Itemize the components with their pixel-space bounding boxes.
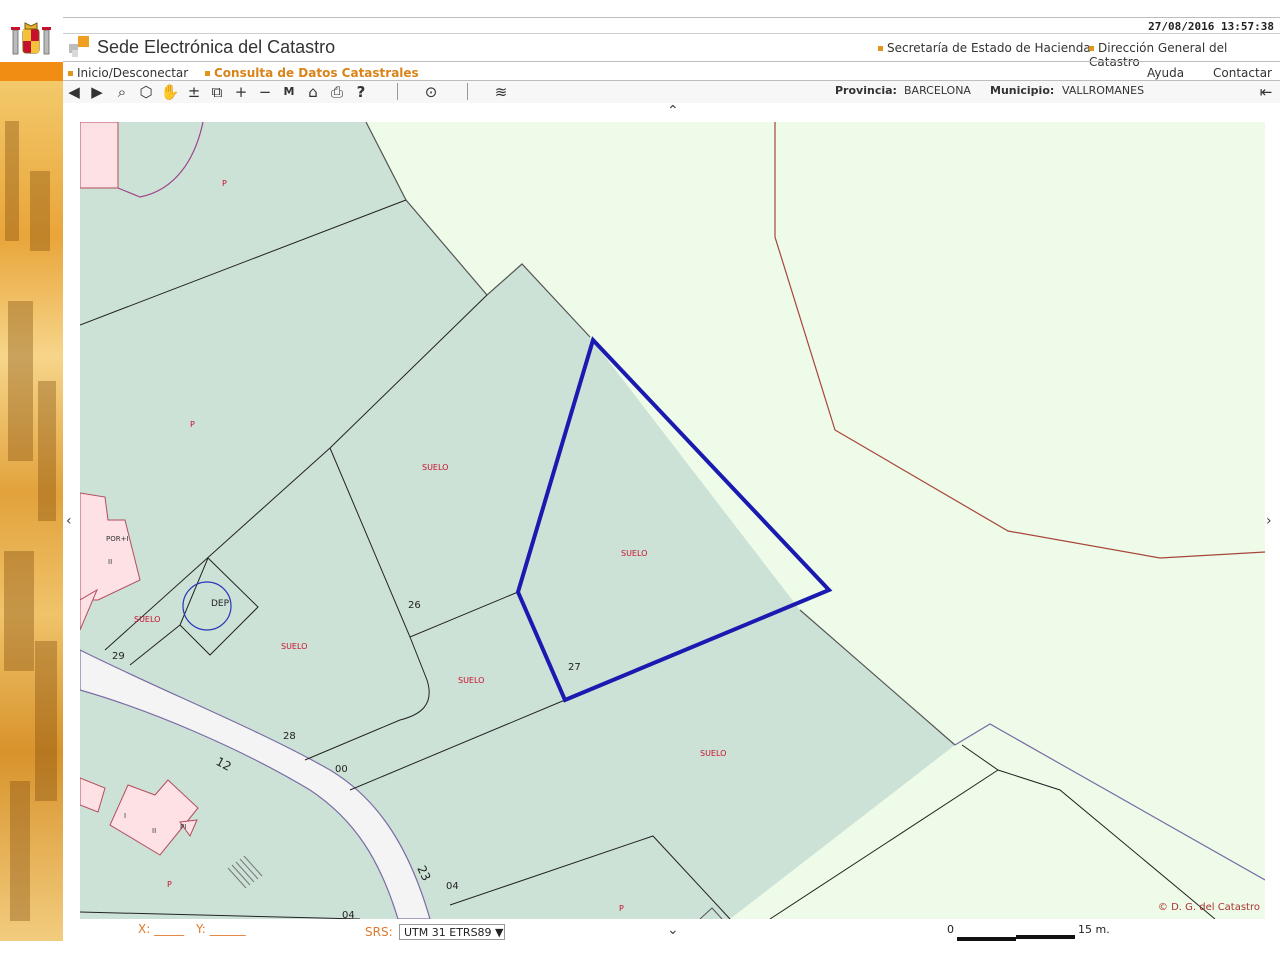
parcel-number: 04 (342, 910, 355, 919)
print-icon[interactable]: ⎙ (327, 82, 347, 102)
link-direccion-general[interactable]: Dirección General del Catastro (1089, 41, 1280, 69)
logout-icon[interactable]: ⇤ (1256, 82, 1276, 102)
building-label: PI (180, 823, 186, 831)
nav-consulta-label: Consulta de Datos Catastrales (214, 66, 419, 80)
nav-ayuda[interactable]: Ayuda (1147, 66, 1184, 80)
datetime-display: 27/08/2016 13:57:38 (1148, 20, 1274, 33)
nav-top-border (63, 61, 1280, 62)
map-copyright: © D. G. del Catastro (1157, 902, 1260, 913)
suelo-label: SUELO (621, 549, 647, 558)
parcel-number: 04 (446, 881, 459, 892)
toolbar-separator (397, 83, 398, 100)
municipio-value: VALLROMANES (1062, 84, 1145, 97)
header-top-border (63, 17, 1280, 18)
parcel-number: 00 (335, 764, 348, 775)
municipio-label: Municipio: (990, 84, 1055, 97)
city-photo-banner (0, 81, 63, 941)
back-icon[interactable]: ◀ (64, 82, 84, 102)
x-coordinate-label: X: _____ (138, 922, 185, 936)
zoom-search-icon[interactable]: ⌕ (112, 82, 132, 102)
nav-inicio[interactable]: Inicio/Desconectar (68, 66, 188, 80)
dep-label: DEP (211, 599, 230, 609)
building-label: I (124, 812, 126, 820)
provincia-label: Provincia: (835, 84, 897, 97)
catastro-logo-icon (68, 36, 92, 58)
measure-icon[interactable]: M (279, 82, 299, 102)
locate-pin-icon[interactable]: ⊙ (421, 82, 441, 102)
suelo-label: SUELO (458, 676, 484, 685)
pan-down-arrow-icon[interactable]: ⌄ (667, 922, 679, 938)
layers-icon[interactable]: ≋ (491, 82, 511, 102)
parcel-number: 27 (568, 662, 581, 673)
help-icon[interactable]: ? (351, 82, 371, 102)
home-parcel-icon[interactable]: ⌂ (303, 82, 323, 102)
toolbar-separator (467, 83, 468, 100)
pan-right-arrow-icon[interactable]: › (1266, 513, 1272, 529)
suelo-label: SUELO (134, 615, 160, 624)
3d-cube-icon[interactable]: ⬡ (136, 82, 156, 102)
srs-label: SRS: (365, 925, 393, 939)
nav-contactar[interactable]: Contactar (1213, 66, 1272, 80)
bullet-icon (878, 46, 883, 51)
bullet-icon (68, 71, 73, 76)
zoom-out-icon[interactable]: − (255, 82, 275, 102)
scale-end-label: 15 m. (1078, 923, 1110, 936)
suelo-label: SUELO (700, 749, 726, 758)
link-secretaria[interactable]: Secretaría de Estado de Hacienda (878, 41, 1091, 55)
parcel-label: P (619, 904, 624, 913)
building (80, 122, 119, 189)
scale-bar (957, 926, 1075, 941)
building-label: II (152, 827, 156, 835)
pan-up-arrow-icon[interactable]: ⌃ (667, 103, 679, 119)
building-label: POR+I (106, 535, 129, 543)
link-secretaria-label: Secretaría de Estado de Hacienda (887, 41, 1091, 55)
pan-hand-icon[interactable]: ✋ (160, 82, 180, 102)
cadastral-map[interactable]: P P P P SUELO SUELO SUELO SUELO SUELO SU… (80, 122, 1265, 919)
provincia-value: BARCELONA (904, 84, 971, 97)
parcel-number: 29 (112, 651, 125, 662)
orange-accent-bar (0, 62, 63, 81)
parcel-number: 28 (283, 731, 296, 742)
spain-coat-of-arms-icon (8, 20, 54, 60)
building-label: II (108, 558, 112, 566)
suelo-label: SUELO (281, 642, 307, 651)
scale-start-label: 0 (947, 923, 954, 936)
nav-consulta[interactable]: Consulta de Datos Catastrales (205, 66, 419, 80)
zoom-window-icon[interactable]: ⧉ (207, 82, 227, 102)
parcel-number: 26 (408, 600, 421, 611)
suelo-label: SUELO (422, 463, 448, 472)
forward-icon[interactable]: ▶ (87, 82, 107, 102)
bullet-icon (1089, 46, 1094, 51)
zoom-extent-icon[interactable]: ± (184, 82, 204, 102)
bullet-icon (205, 71, 210, 76)
zoom-in-icon[interactable]: + (231, 82, 251, 102)
pan-left-arrow-icon[interactable]: ‹ (66, 513, 72, 529)
header-divider (63, 33, 1280, 34)
nav-inicio-label: Inicio/Desconectar (77, 66, 189, 80)
app-title: Sede Electrónica del Catastro (97, 37, 336, 57)
link-direccion-label: Dirección General del Catastro (1089, 41, 1228, 69)
parcel-label: P (167, 880, 172, 889)
y-coordinate-label: Y: ______ (196, 922, 246, 936)
parcel-label: P (190, 420, 195, 429)
parcel-label: P (222, 179, 227, 188)
srs-select[interactable]: UTM 31 ETRS89 ▼ (399, 924, 505, 940)
